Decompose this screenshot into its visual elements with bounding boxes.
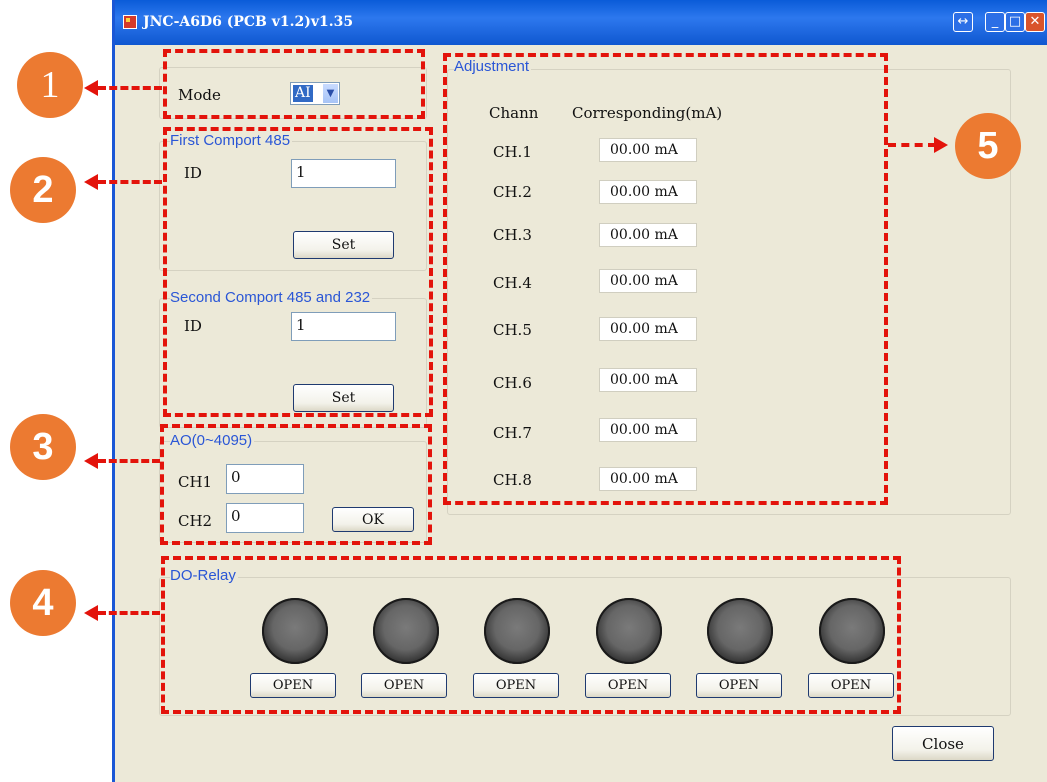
arrow-right-icon xyxy=(934,137,948,153)
arrow-left-icon xyxy=(84,453,98,469)
callout-4: 4 xyxy=(10,570,76,636)
restore-swap-button[interactable]: ↔ xyxy=(953,12,973,32)
close-window-button[interactable]: ✕ xyxy=(1025,12,1045,32)
maximize-button[interactable]: □ xyxy=(1005,12,1025,32)
arrow-left-icon xyxy=(84,174,98,190)
annotation-box-mode xyxy=(163,49,425,119)
app-icon xyxy=(123,15,137,29)
callout-3: 3 xyxy=(10,414,76,480)
callout-line xyxy=(98,86,162,90)
callout-5: 5 xyxy=(955,113,1021,179)
annotation-box-comports xyxy=(163,127,433,417)
callout-line xyxy=(888,143,936,147)
callout-line xyxy=(98,611,160,615)
minimize-button[interactable]: _ xyxy=(985,12,1005,32)
close-button[interactable]: Close xyxy=(892,726,994,761)
title-bar[interactable]: JNC-A6D6 (PCB v1.2)v1.35 ↔ _ □ ✕ xyxy=(115,0,1047,45)
annotation-box-adjustment xyxy=(443,53,888,505)
window-title: JNC-A6D6 (PCB v1.2)v1.35 xyxy=(143,14,354,30)
arrow-left-icon xyxy=(84,605,98,621)
callout-2: 2 xyxy=(10,157,76,223)
annotation-box-do-relay xyxy=(161,556,901,714)
annotation-box-ao xyxy=(160,424,432,545)
arrow-left-icon xyxy=(84,80,98,96)
callout-line xyxy=(98,459,160,463)
callout-line xyxy=(98,180,162,184)
callout-1: 1 xyxy=(17,52,83,118)
